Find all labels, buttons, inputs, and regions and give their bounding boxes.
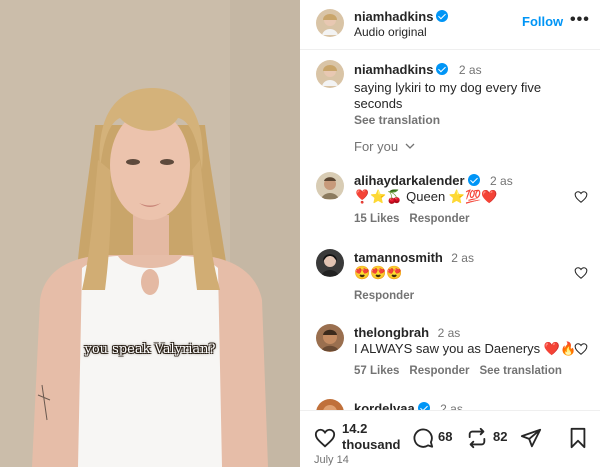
verified-badge-icon <box>436 10 449 22</box>
share-icon[interactable] <box>520 427 542 449</box>
comment-meta: 57 Likes Responder See translation <box>354 365 572 377</box>
comment-username[interactable]: alihaydarkalender <box>354 173 465 188</box>
likes-count-line2: thousand <box>342 437 401 452</box>
comment-username[interactable]: thelongbrah <box>354 325 429 340</box>
reposts-count[interactable]: 82 <box>493 429 507 444</box>
caption-time[interactable]: 2 as <box>459 63 482 77</box>
for-you-dropdown[interactable]: For you <box>354 139 415 154</box>
heart-icon[interactable] <box>574 342 588 356</box>
author-avatar[interactable] <box>316 9 344 37</box>
post-photo <box>0 0 300 467</box>
comment-avatar[interactable] <box>316 324 344 352</box>
post-media[interactable]: you speak Valyrian? <box>0 0 300 467</box>
comment-icon[interactable] <box>412 427 434 449</box>
caption-block: niamhadkins 2 as saying lykiri to my dog… <box>354 61 584 127</box>
caption-username[interactable]: niamhadkins <box>354 62 433 77</box>
follow-button[interactable]: Follow <box>522 14 563 29</box>
heart-icon[interactable] <box>574 266 588 280</box>
post-actions-bar: 14.2 thousand 68 82 July 14 <box>300 410 600 467</box>
repost-icon[interactable] <box>466 427 488 449</box>
heart-icon[interactable] <box>314 427 336 449</box>
comment-meta: 15 Likes Responder <box>354 213 479 225</box>
likes-count[interactable]: 14.2 thousand <box>342 421 401 453</box>
comment-time[interactable]: 2 as <box>490 174 513 188</box>
post-side-panel: niamhadkins Audio original Follow ••• ni… <box>300 0 600 467</box>
post-header: niamhadkins Audio original Follow ••• <box>300 0 600 50</box>
bookmark-icon[interactable] <box>568 427 588 449</box>
comments-count[interactable]: 68 <box>438 429 452 444</box>
comment-avatar[interactable] <box>316 172 344 200</box>
comment-see-translation[interactable]: See translation <box>479 365 561 377</box>
reply-button[interactable]: Responder <box>409 365 469 377</box>
chevron-down-icon <box>405 143 415 149</box>
comment-text: ❣️⭐🍒 Queen ⭐💯❤️ <box>354 189 498 204</box>
caption-see-translation[interactable]: See translation <box>354 113 584 127</box>
media-overlay-text: you speak Valyrian? <box>84 342 216 357</box>
comment-time[interactable]: 2 as <box>438 326 461 340</box>
reply-button[interactable]: Responder <box>354 290 414 302</box>
comment-likes[interactable]: 15 Likes <box>354 213 399 225</box>
for-you-label: For you <box>354 139 399 154</box>
verified-badge-icon <box>467 174 480 186</box>
more-options-icon[interactable]: ••• <box>570 11 590 29</box>
comment-text: I ALWAYS saw you as Daenerys ❤️🔥 <box>354 341 577 356</box>
post-date[interactable]: July 14 <box>314 454 349 466</box>
comment-username[interactable]: tamannosmith <box>354 250 443 265</box>
author-username[interactable]: niamhadkins <box>354 9 433 24</box>
verified-badge-icon <box>436 63 449 75</box>
comment-meta: Responder <box>354 290 424 302</box>
reply-button[interactable]: Responder <box>409 213 469 225</box>
audio-subtitle[interactable]: Audio original <box>354 25 427 39</box>
heart-icon[interactable] <box>574 190 588 204</box>
caption-text: saying lykiri to my dog every five secon… <box>354 80 542 111</box>
comment-time[interactable]: 2 as <box>451 251 474 265</box>
comment-text: 😍😍😍 <box>354 265 403 280</box>
caption-avatar[interactable] <box>316 60 344 88</box>
comment-avatar[interactable] <box>316 249 344 277</box>
likes-count-line1: 14.2 <box>342 421 368 436</box>
comment-likes[interactable]: 57 Likes <box>354 365 399 377</box>
